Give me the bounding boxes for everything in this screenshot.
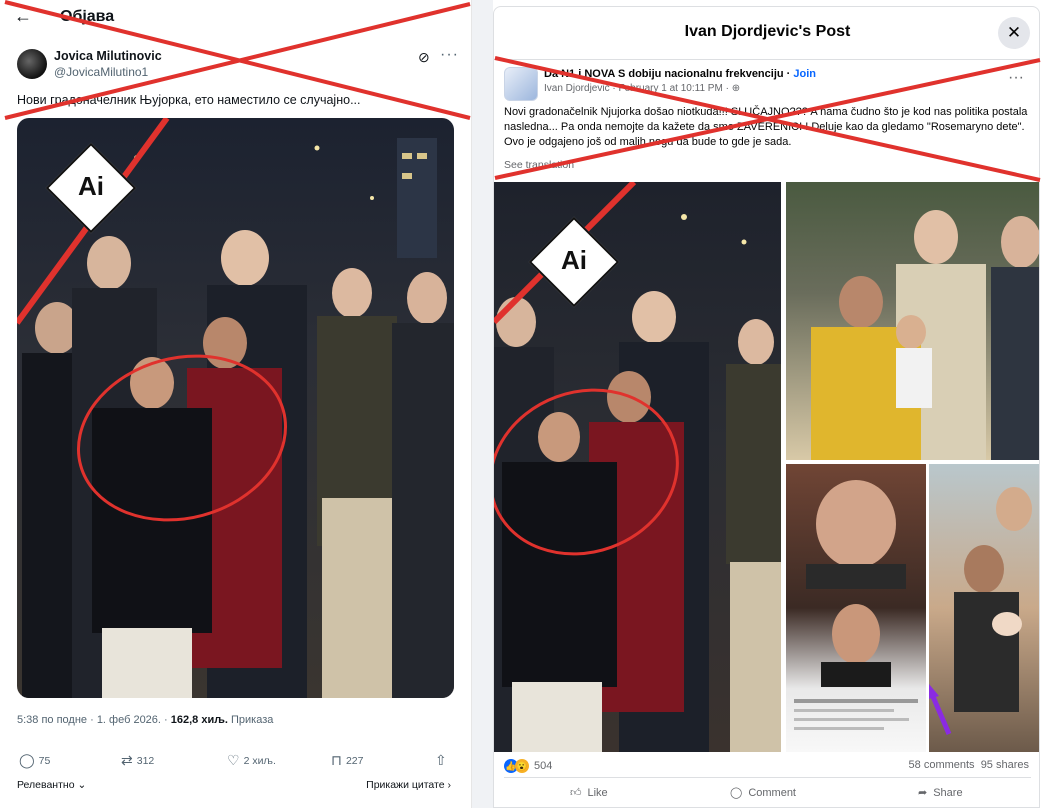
back-arrow-icon[interactable]: ← [14,6,32,27]
like-label: Like [587,786,608,799]
quotes-label: Прикажи цитате [366,779,445,791]
see-translation-link[interactable]: See translation [504,159,574,171]
post-image-beach[interactable] [925,464,1039,752]
reactions-count: 504 [534,760,553,772]
comments-count[interactable]: 58 comments [909,759,975,771]
more-options-icon[interactable]: ··· [1008,69,1024,87]
comment-button[interactable]: ◯ Comment [730,786,796,800]
group-name[interactable]: Da N1 i NOVA S dobiju nacionalnu frekven… [544,68,784,80]
reply-icon: ◯ [19,752,35,768]
page: ← Објава Jovica Milutinovic @JovicaMilut… [0,0,1050,808]
views-count: 162,8 хиљ. [170,714,228,726]
more-options-icon[interactable]: ··· [440,46,459,64]
sort-dropdown[interactable]: Релевантно ⌄ [17,779,86,791]
share-label: Share [933,786,963,799]
panel-gap [472,0,493,808]
author-avatar[interactable] [17,49,47,79]
fb-post-dialog: Ivan Djordjevic's Post ✕ Da N1 i NOVA S … [493,6,1040,808]
share-button[interactable]: ⇧ [435,752,447,769]
thumbs-up-icon: 👍︎ [570,787,582,799]
ai-badge-label: Ai [78,171,104,201]
post-image-main[interactable]: Ai [494,179,781,752]
x-post-panel: ← Објава Jovica Milutinovic @JovicaMilut… [0,0,472,808]
globe-icon: ⊕ [731,83,741,94]
repost-count: 312 [136,754,155,767]
engagement-counts: 58 comments 95 shares [909,759,1029,771]
grok-icon[interactable]: ⊘ [418,49,430,66]
divider [494,59,1039,60]
bookmark-icon: ⊓ [331,752,342,768]
post-text: Нови градоначелник Њујорка, ето наместил… [17,93,361,107]
sort-label: Релевантно [17,779,75,791]
close-icon[interactable]: ✕ [998,17,1030,49]
like-button[interactable]: 👍︎ Like [570,786,608,800]
shares-count[interactable]: 95 shares [981,759,1029,771]
group-avatar[interactable] [504,67,538,101]
ai-badge-label: Ai [561,245,587,275]
wow-reaction-icon: 😮 [515,759,529,773]
photo-illustration [794,480,918,730]
reply-button[interactable]: ◯ 75 [19,752,50,769]
divider [504,777,1031,778]
author-handle[interactable]: @JovicaMilutino1 [54,65,148,79]
post-image-family[interactable] [786,182,1039,460]
like-count: 2 хиљ. [243,754,276,767]
x-post-header: ← Објава [0,0,472,36]
group-header: Da N1 i NOVA S dobiju nacionalnu frekven… [544,68,817,80]
view-quotes-link[interactable]: Прикажи цитате › [366,779,451,791]
chevron-right-icon: › [444,779,451,791]
author-name[interactable]: Jovica Milutinovic [54,49,162,63]
like-button[interactable]: ♡ 2 хиљ. [227,752,276,769]
heart-icon: ♡ [227,752,240,768]
photo-illustration [925,487,1032,735]
share-icon: ➦ [918,787,928,799]
chevron-down-icon: ⌄ [74,779,87,791]
repost-icon: ⇄ [121,752,133,768]
join-button[interactable]: Join [793,68,816,80]
share-icon: ⇧ [435,752,447,768]
comment-icon: ◯ [730,787,743,799]
x-action-bar: ◯ 75 ⇄ 312 ♡ 2 хиљ. ⊓ 227 ⇧ [17,752,454,770]
comment-label: Comment [748,786,796,799]
share-button[interactable]: ➦ Share [918,786,963,800]
repost-button[interactable]: ⇄ 312 [121,752,154,769]
post-subheader: Ivan Djordjevic · February 1 at 10:11 PM… [544,83,741,94]
bookmark-button[interactable]: ⊓ 227 [331,752,363,769]
post-image[interactable]: Ai [17,118,454,698]
bookmark-count: 227 [345,754,364,767]
post-image-collage[interactable] [786,464,926,752]
reply-count: 75 [38,754,51,767]
post-meta: 5:38 по подне · 1. феб 2026. · 162,8 хиљ… [17,714,273,726]
post-text: Novi gradonačelnik Njujorka došao niotku… [504,106,1028,148]
header-title: Објава [60,8,115,25]
post-date[interactable]: February 1 at 10:11 PM [618,83,722,94]
views-label: Приказа [227,714,274,726]
fb-action-bar: 👍︎ Like ◯ Comment ➦ Share [494,781,1039,805]
reactions-summary[interactable]: 👍 😮 504 [504,759,552,773]
dialog-title: Ivan Djordjevic's Post [684,23,851,40]
photo-illustration [811,210,1039,460]
post-author[interactable]: Ivan Djordjevic [544,83,610,94]
post-timestamp[interactable]: 5:38 по подне · 1. феб 2026. · [17,714,171,726]
